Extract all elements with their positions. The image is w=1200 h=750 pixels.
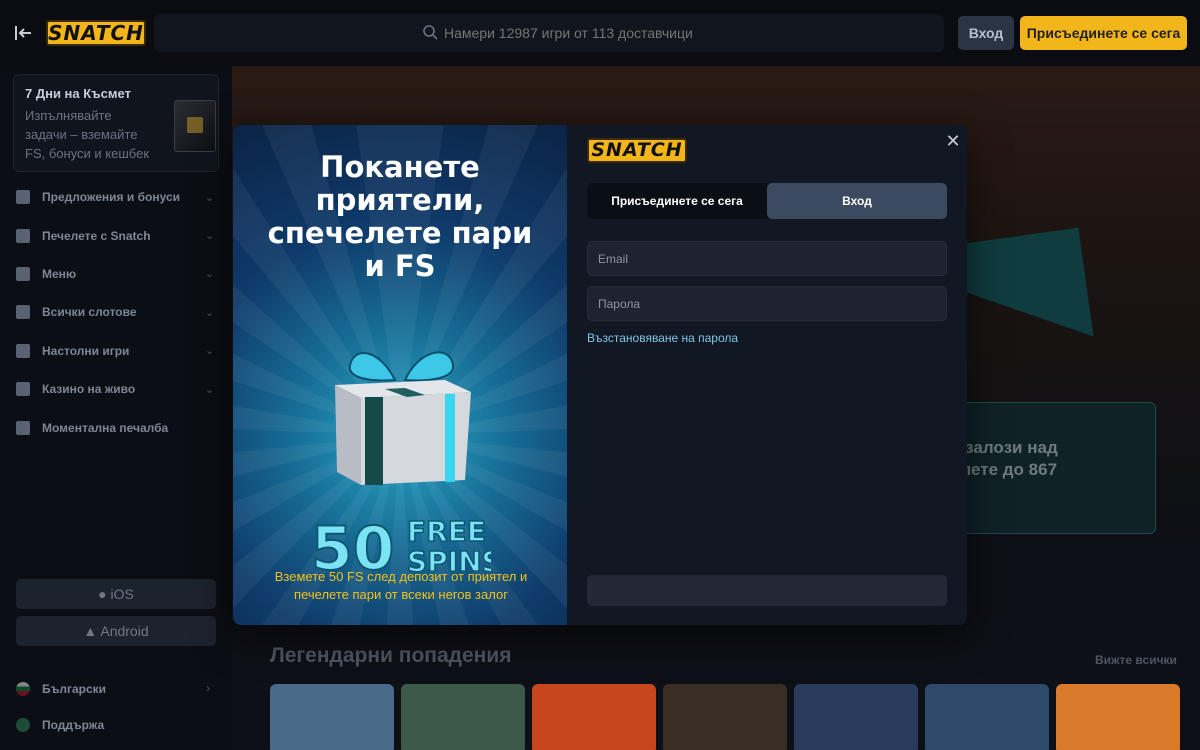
auth-modal: Поканете приятели, спечелете пари и FS 5… (233, 125, 967, 625)
android-label: Android (100, 623, 149, 639)
join-now-button[interactable]: Присъединете се сега (1020, 16, 1187, 50)
tab-join[interactable]: Присъединете се сега (587, 183, 767, 219)
sidebar-item-slots[interactable]: Всички слотове ⌄ (0, 293, 232, 331)
hero-promo-text: е залози над елете до 867 (951, 438, 1058, 479)
chevron-right-icon: › (206, 681, 210, 695)
sidebar-item-label: Моментална печалба (42, 420, 169, 435)
sidebar-item-label: Казино на живо (42, 382, 136, 397)
ios-label: iOS (110, 586, 134, 602)
chevron-down-icon: ⌄ (205, 383, 215, 396)
apple-icon: ● (98, 586, 107, 602)
login-button[interactable]: Вход (958, 16, 1014, 50)
tab-login[interactable]: Вход (767, 183, 947, 219)
table-games-icon (16, 343, 30, 358)
collapse-sidebar-icon[interactable] (12, 22, 34, 44)
auth-form-panel: SNATCH ✕ Присъединете се сега Вход Възст… (567, 125, 967, 625)
referral-promo-panel: Поканете приятели, спечелете пари и FS 5… (233, 125, 567, 625)
sidebar-item-live-casino[interactable]: Казино на живо ⌄ (0, 370, 232, 408)
sidebar-nav: Предложения и бонуси ⌄ Печелете с Snatch… (0, 178, 232, 447)
android-app-button[interactable]: ▲ Android (16, 616, 216, 646)
language-label: Български (42, 682, 107, 696)
game-thumbnail[interactable] (1056, 684, 1180, 750)
promo-text: Изпълнявайте задачи – вземайте FS, бонус… (25, 108, 150, 161)
live-casino-icon (16, 382, 30, 397)
chevron-down-icon: ⌄ (205, 268, 215, 281)
game-thumbnail[interactable] (794, 684, 918, 750)
hero-promo-card[interactable]: е залози над елете до 867 (951, 402, 1156, 534)
game-thumbnail[interactable] (663, 684, 787, 750)
slots-icon (16, 305, 30, 320)
sidebar-item-label: Предложения и бонуси (42, 190, 180, 205)
game-thumbnails (270, 684, 1180, 750)
game-thumbnail[interactable] (401, 684, 525, 750)
free-spins-label-top: FREE (407, 515, 486, 548)
chevron-down-icon: ⌄ (205, 230, 215, 243)
promo-title: 7 Дни на Късмет (25, 86, 131, 101)
sidebar-item-label: Настолни игри (42, 343, 130, 358)
chevron-down-icon: ⌄ (205, 306, 215, 319)
language-selector[interactable]: Български › (16, 680, 216, 700)
sidebar-item-earn[interactable]: Печелете с Snatch ⌄ (0, 216, 232, 254)
modal-logo: SNATCH (587, 138, 687, 163)
instant-win-icon (16, 420, 30, 435)
search-bar[interactable] (154, 14, 944, 52)
auth-tabs: Присъединете се сега Вход (587, 183, 947, 219)
game-thumbnail[interactable] (925, 684, 1049, 750)
support-label: Поддържа (42, 718, 105, 732)
submit-button[interactable] (587, 575, 947, 606)
sidebar: 7 Дни на Късмет Изпълнявайте задачи – вз… (0, 66, 232, 750)
promo-heading: Поканете приятели, спечелете пари и FS (267, 150, 533, 283)
sidebar-item-label: Меню (42, 266, 77, 281)
menu-icon (16, 266, 30, 281)
promo-card[interactable]: 7 Дни на Късмет Изпълнявайте задачи – вз… (13, 74, 219, 172)
sidebar-item-label: Печелете с Snatch (42, 228, 151, 243)
password-field[interactable] (587, 286, 947, 321)
promo-description: Вземете 50 FS след депозит от приятел и … (274, 569, 528, 602)
chevron-down-icon: ⌄ (205, 345, 215, 358)
sidebar-item-menu[interactable]: Меню ⌄ (0, 255, 232, 293)
sidebar-item-label: Всички слотове (42, 305, 137, 320)
search-input[interactable] (444, 14, 844, 52)
ios-app-button[interactable]: ● iOS (16, 579, 216, 609)
treasure-box-icon (174, 100, 216, 152)
chevron-down-icon: ⌄ (205, 191, 215, 204)
search-icon (422, 24, 438, 40)
free-spins-number: 50 (311, 515, 395, 573)
bulgaria-flag-icon (16, 682, 30, 696)
site-logo[interactable]: SNATCH (46, 20, 146, 46)
game-thumbnail[interactable] (532, 684, 656, 750)
email-field[interactable] (587, 241, 947, 276)
recover-password-link[interactable]: Възстановяване на парола (587, 331, 738, 345)
support-icon (16, 718, 30, 732)
free-spins-badge: 50 FREE SPINS (311, 515, 491, 573)
android-icon: ▲ (83, 623, 98, 639)
sidebar-item-instant-win[interactable]: Моментална печалба (0, 408, 232, 446)
gift-box-icon (335, 351, 471, 485)
top-bar: SNATCH Вход Присъединете се сега (0, 0, 1200, 66)
game-thumbnail[interactable] (270, 684, 394, 750)
support-link[interactable]: Поддържа (16, 716, 216, 736)
sidebar-item-table-games[interactable]: Настолни игри ⌄ (0, 332, 232, 370)
close-icon[interactable]: ✕ (943, 131, 963, 151)
gift-icon (16, 190, 30, 205)
see-all-link[interactable]: Вижте всички (1095, 653, 1177, 667)
section-title: Легендарни попадения (270, 644, 512, 667)
coins-icon (16, 228, 30, 243)
sidebar-item-offers[interactable]: Предложения и бонуси ⌄ (0, 178, 232, 216)
